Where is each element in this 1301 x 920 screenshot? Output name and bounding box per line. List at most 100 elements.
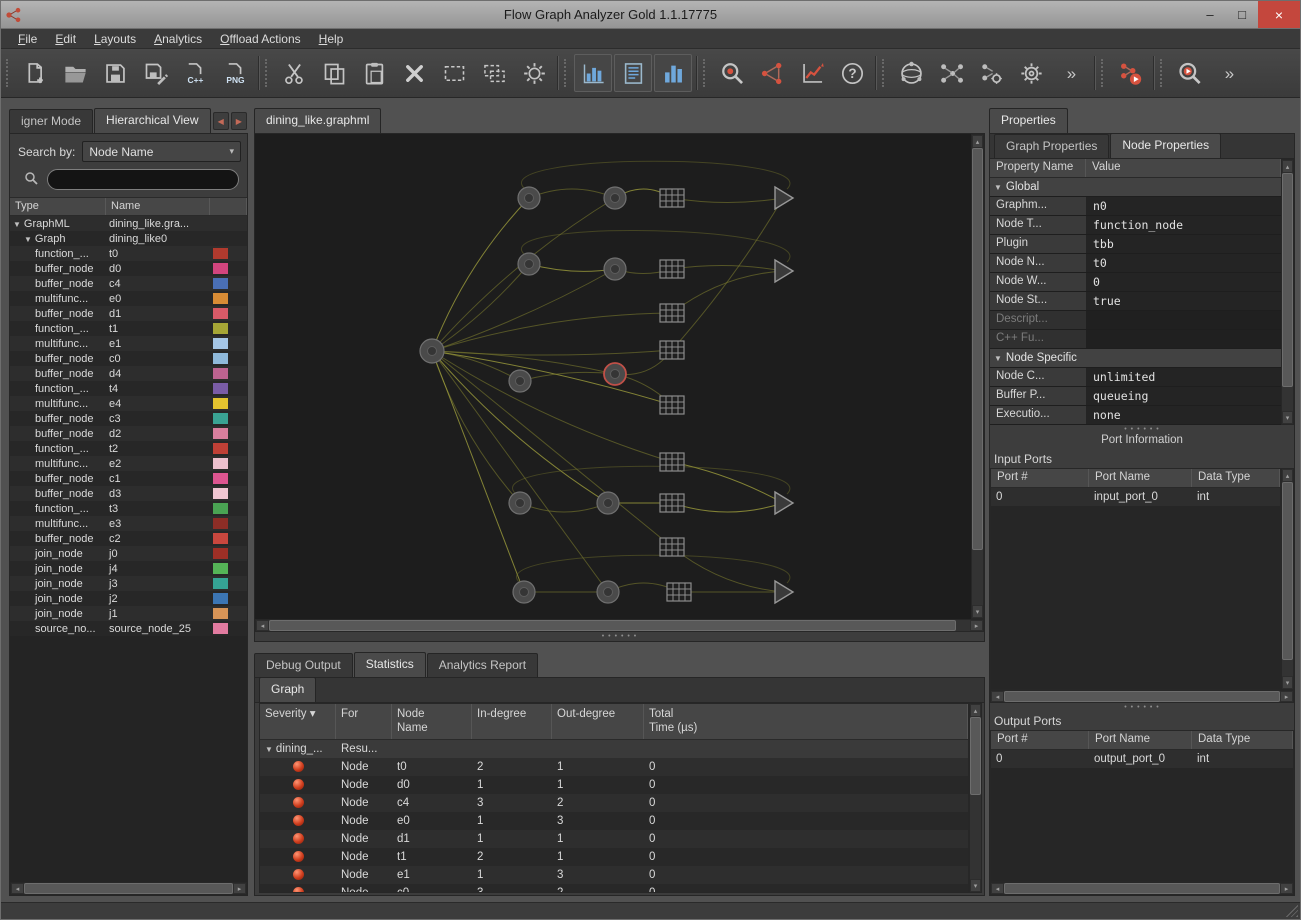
zoom-trace-button[interactable]: [712, 52, 752, 94]
graph-node[interactable]: [509, 492, 531, 514]
function-node[interactable]: [775, 187, 793, 209]
queue-node[interactable]: [660, 453, 684, 471]
port-column-data-type[interactable]: Data Type: [1192, 731, 1293, 749]
horizontal-scrollbar[interactable]: [990, 882, 1294, 895]
tree-row[interactable]: buffer_noded3: [10, 486, 247, 501]
scroll-up-button[interactable]: [972, 135, 983, 148]
stats-column-node-name[interactable]: Node Name: [392, 704, 472, 739]
horizontal-scrollbar[interactable]: [10, 882, 247, 895]
scrollbar-handle[interactable]: [972, 148, 983, 550]
overflow-chevron-button[interactable]: »: [1209, 52, 1249, 94]
queue-node[interactable]: [660, 341, 684, 359]
tree-row[interactable]: ▼GraphMLdining_like.gra...: [10, 216, 247, 231]
function-node[interactable]: [775, 260, 793, 282]
scrollbar-handle[interactable]: [24, 883, 233, 894]
search-input[interactable]: [47, 169, 239, 190]
scrollbar-handle[interactable]: [970, 717, 981, 795]
minimize-button[interactable]: –: [1194, 1, 1226, 28]
graph-node[interactable]: [604, 258, 626, 280]
tab-node-properties[interactable]: Node Properties: [1110, 133, 1221, 158]
scroll-down-button[interactable]: [1282, 411, 1293, 424]
stats-row[interactable]: Noded0110: [260, 776, 968, 794]
graph-node[interactable]: [509, 370, 531, 392]
file-save-edit-button[interactable]: [135, 52, 175, 94]
port-column-data-type[interactable]: Data Type: [1192, 469, 1280, 487]
tree-row[interactable]: buffer_nodec0: [10, 351, 247, 366]
tree-row[interactable]: multifunc...e3: [10, 516, 247, 531]
tree-row[interactable]: function_...t0: [10, 246, 247, 261]
scroll-down-button[interactable]: [970, 879, 981, 892]
graph-node[interactable]: [604, 187, 626, 209]
tree-row[interactable]: buffer_noded2: [10, 426, 247, 441]
tree-row[interactable]: buffer_nodec4: [10, 276, 247, 291]
menu-help[interactable]: Help: [310, 30, 353, 48]
graph-node[interactable]: [597, 581, 619, 603]
tree-row[interactable]: multifunc...e1: [10, 336, 247, 351]
stats-row[interactable]: Nodee1130: [260, 866, 968, 884]
expander-icon[interactable]: ▼: [994, 354, 1002, 363]
property-group-row[interactable]: ▼Global: [990, 178, 1281, 197]
queue-node[interactable]: [660, 260, 684, 278]
selected-node[interactable]: [604, 363, 626, 385]
stats-row[interactable]: Nodee0130: [260, 812, 968, 830]
tree-row[interactable]: function_...t3: [10, 501, 247, 516]
graph-node[interactable]: [518, 253, 540, 275]
tab-scroll-right-button[interactable]: ▶: [231, 112, 247, 130]
tree-row[interactable]: join_nodej3: [10, 576, 247, 591]
expander-icon[interactable]: ▼: [265, 745, 273, 754]
close-button[interactable]: ×: [1258, 1, 1300, 28]
vertical-scrollbar[interactable]: [971, 134, 984, 619]
search-mode-combo[interactable]: Node Name ▾: [82, 141, 241, 162]
tree-row[interactable]: function_...t1: [10, 321, 247, 336]
menu-analytics[interactable]: Analytics: [145, 30, 211, 48]
cut-button[interactable]: [274, 52, 314, 94]
tree-row[interactable]: multifunc...e0: [10, 291, 247, 306]
tree-row[interactable]: ▼Graphdining_like0: [10, 231, 247, 246]
graph-global-button[interactable]: [891, 52, 931, 94]
help-button[interactable]: ?: [832, 52, 872, 94]
scroll-down-button[interactable]: [1282, 676, 1293, 689]
menu-layouts[interactable]: Layouts: [85, 30, 145, 48]
graph-node[interactable]: [518, 187, 540, 209]
export-png-button[interactable]: PNG: [215, 52, 255, 94]
ports-splitter[interactable]: [990, 703, 1294, 712]
stats-column-out-degree[interactable]: Out-degree: [552, 704, 644, 739]
property-row[interactable]: Node N...t0: [990, 254, 1281, 273]
tab-analytics-report[interactable]: Analytics Report: [427, 653, 538, 677]
tree-row[interactable]: buffer_noded1: [10, 306, 247, 321]
scrollbar-handle[interactable]: [1004, 883, 1280, 894]
tab-statistics[interactable]: Statistics: [354, 652, 426, 677]
stats-histogram-button[interactable]: [574, 54, 612, 92]
scroll-right-button[interactable]: [233, 883, 246, 894]
port-column-port-name[interactable]: Port Name: [1089, 731, 1192, 749]
tab-hierarchical-view[interactable]: Hierarchical View: [94, 108, 210, 133]
stats-group-row[interactable]: ▼dining_...Resu...: [260, 740, 968, 758]
tree-row[interactable]: buffer_noded0: [10, 261, 247, 276]
port-row[interactable]: 0output_port_0int: [991, 750, 1293, 768]
queue-node[interactable]: [660, 189, 684, 207]
scroll-right-button[interactable]: [1280, 883, 1293, 894]
property-row[interactable]: Node C...unlimited: [990, 368, 1281, 387]
queue-node[interactable]: [660, 494, 684, 512]
tree-row[interactable]: source_no...source_node_25: [10, 621, 247, 636]
port-column-port[interactable]: Port #: [991, 731, 1089, 749]
tab-scroll-left-button[interactable]: ◀: [213, 112, 229, 130]
horizontal-scrollbar[interactable]: [255, 619, 984, 632]
preferences-gear-button[interactable]: [1011, 52, 1051, 94]
run-graph-button[interactable]: [1110, 52, 1150, 94]
tree-row[interactable]: join_nodej2: [10, 591, 247, 606]
horizontal-scrollbar[interactable]: [990, 690, 1294, 703]
resize-grip-icon[interactable]: [1286, 905, 1298, 917]
performance-chart-button[interactable]: [792, 52, 832, 94]
stats-barchart-button[interactable]: [654, 54, 692, 92]
queue-node[interactable]: [660, 538, 684, 556]
property-group-row[interactable]: ▼Node Specific: [990, 349, 1281, 368]
prop-column-value[interactable]: Value: [1086, 159, 1281, 177]
graph-canvas[interactable]: [255, 134, 971, 619]
property-row[interactable]: Graphm...n0: [990, 197, 1281, 216]
expander-icon[interactable]: ▼: [994, 183, 1002, 192]
graph-node[interactable]: [597, 492, 619, 514]
property-row[interactable]: Executio...none: [990, 406, 1281, 425]
scroll-right-button[interactable]: [970, 620, 983, 631]
file-open-button[interactable]: [55, 52, 95, 94]
